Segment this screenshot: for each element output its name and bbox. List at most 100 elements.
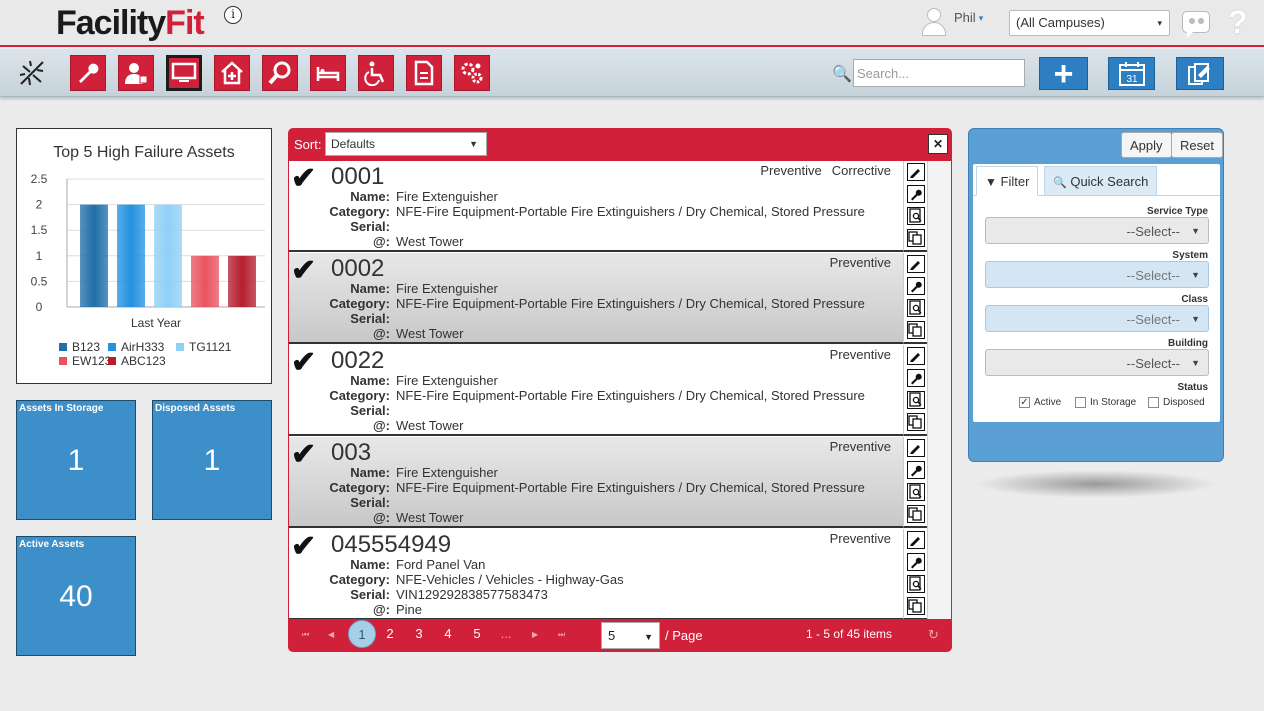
work-type-tag: Corrective (831, 163, 891, 178)
calendar-button[interactable]: 31 (1108, 57, 1155, 90)
copy-button[interactable] (907, 505, 925, 523)
next-page-icon[interactable]: ▶ (532, 630, 538, 639)
nav-facilities-button[interactable] (214, 55, 250, 91)
asset-category: NFE-Vehicles / Vehicles - Highway-Gas (396, 572, 624, 587)
app-logo[interactable]: FacilityFit (56, 4, 205, 43)
asset-row[interactable]: ✔ 0001 Preventive Corrective Name: Fire E… (289, 161, 903, 252)
sort-select[interactable]: Defaults ▼ (325, 132, 487, 156)
user-menu[interactable]: Phil ▾ (920, 8, 983, 36)
asset-code[interactable]: 0002 (331, 255, 384, 283)
assets-in-storage-tile[interactable]: Assets In Storage 1 (16, 400, 136, 520)
edit-icon (910, 261, 920, 270)
chevron-down-icon: ▾ (1157, 18, 1162, 28)
user-avatar-icon (920, 8, 948, 36)
page-number[interactable]: 1 (348, 620, 376, 648)
clear-sort-button[interactable]: ✕ (928, 134, 948, 154)
asset-row[interactable]: ✔ 0022 Preventive Name: Fire Extenguishe… (289, 345, 903, 436)
per-page-select[interactable]: 5 ▼ (601, 622, 660, 649)
wrench-button[interactable] (907, 553, 925, 571)
tab-quick-search[interactable]: 🔍 Quick Search (1044, 166, 1158, 196)
asset-code[interactable]: 0022 (331, 347, 384, 375)
asset-row[interactable]: ✔ 0002 Preventive Name: Fire Extenguishe… (289, 253, 903, 344)
nav-assets-button[interactable] (166, 55, 202, 91)
chevron-down-icon: ▾ (978, 13, 984, 23)
service-type-select[interactable]: --Select-- ▼ (985, 217, 1209, 244)
chat-users-icon[interactable] (1182, 11, 1210, 38)
edit-button[interactable] (907, 255, 925, 273)
asset-code[interactable]: 003 (331, 439, 371, 467)
tab-filter[interactable]: ▼ Filter (976, 166, 1039, 196)
sort-label: Sort: (294, 137, 322, 152)
inspect-button[interactable] (907, 575, 925, 593)
building-select[interactable]: --Select-- ▼ (985, 349, 1209, 376)
tile-label: Active Assets (19, 539, 85, 550)
copy-button[interactable] (907, 597, 925, 615)
prev-page-icon[interactable]: ◀ (328, 630, 334, 639)
work-request-button[interactable] (1176, 57, 1224, 90)
help-icon[interactable]: ? (1228, 4, 1248, 41)
legend-label: AirH333 (121, 340, 165, 354)
system-select[interactable]: --Select-- ▼ (985, 261, 1209, 288)
reset-button[interactable]: Reset (1171, 132, 1223, 158)
page-number[interactable]: 5 (467, 626, 487, 641)
bug-icon[interactable] (17, 58, 47, 88)
wrench-button[interactable] (907, 185, 925, 203)
list-scrollbar[interactable] (927, 161, 951, 619)
asset-row[interactable]: ✔ 045554949 Preventive Name: Ford Panel … (289, 529, 903, 619)
nav-accessibility-button[interactable] (358, 55, 394, 91)
first-page-icon[interactable]: ⏮ (302, 630, 309, 640)
wrench-button[interactable] (907, 369, 925, 387)
asset-code[interactable]: 0001 (331, 163, 384, 191)
apply-button[interactable]: Apply (1121, 132, 1172, 158)
edit-button[interactable] (907, 531, 925, 549)
last-page-icon[interactable]: ⏭ (558, 630, 565, 640)
inspect-button[interactable] (907, 483, 925, 501)
refresh-icon[interactable]: ↻ (928, 627, 939, 643)
nav-rooms-button[interactable] (310, 55, 346, 91)
select-value: --Select-- (1126, 356, 1180, 371)
edit-button[interactable] (907, 163, 925, 181)
page-ellipsis[interactable]: ... (496, 626, 516, 641)
plus-icon: + (1053, 54, 1074, 93)
edit-button[interactable] (907, 439, 925, 457)
search-input[interactable] (853, 59, 1025, 87)
disposed-assets-tile[interactable]: Disposed Assets 1 (152, 400, 272, 520)
category-label: Category: (329, 572, 390, 587)
inspect-button[interactable] (907, 391, 925, 409)
nav-documents-button[interactable] (406, 55, 442, 91)
copy-button[interactable] (907, 321, 925, 339)
copy-button[interactable] (907, 229, 925, 247)
status-in-storage-checkbox[interactable]: In Storage (1075, 397, 1136, 408)
wrench-button[interactable] (907, 461, 925, 479)
copy-button[interactable] (907, 413, 925, 431)
wheelchair-icon (364, 61, 385, 86)
status-active-checkbox[interactable]: ✓ Active (1019, 397, 1061, 408)
edit-button[interactable] (907, 347, 925, 365)
asset-row[interactable]: ✔ 003 Preventive Name: Fire Extenguisher… (289, 437, 903, 528)
chevron-down-icon: ▼ (1191, 358, 1200, 368)
inspect-button[interactable] (907, 207, 925, 225)
inspect-icon (909, 576, 922, 591)
asset-serial: VIN129292838577583473 (396, 587, 548, 602)
row-actions (903, 253, 927, 344)
row-actions (903, 161, 927, 252)
active-assets-tile[interactable]: Active Assets 40 (16, 536, 136, 656)
nav-settings-button[interactable] (454, 55, 490, 91)
campus-select[interactable]: (All Campuses) ▾ (1009, 10, 1170, 36)
edit-icon (910, 353, 920, 362)
page-number[interactable]: 2 (380, 626, 400, 641)
wrench-icon (911, 373, 922, 385)
inspect-button[interactable] (907, 299, 925, 317)
wrench-button[interactable] (907, 277, 925, 295)
nav-search-button[interactable] (262, 55, 298, 91)
status-disposed-checkbox[interactable]: Disposed (1148, 397, 1205, 408)
asset-code[interactable]: 045554949 (331, 531, 451, 559)
class-select[interactable]: --Select-- ▼ (985, 305, 1209, 332)
work-type-tags: Preventive (820, 255, 891, 270)
info-icon[interactable]: i (224, 6, 242, 24)
page-number[interactable]: 4 (438, 626, 458, 641)
nav-maintenance-button[interactable] (70, 55, 106, 91)
page-number[interactable]: 3 (409, 626, 429, 641)
add-new-button[interactable]: + (1039, 54, 1088, 93)
nav-people-button[interactable] (118, 55, 154, 91)
